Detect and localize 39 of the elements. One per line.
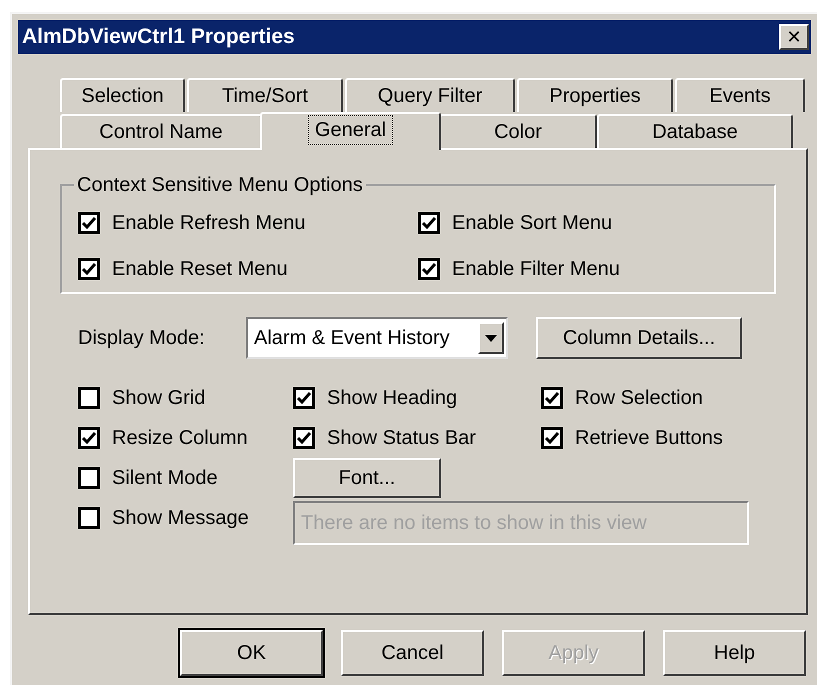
dialog-button[interactable]: OK bbox=[180, 630, 323, 676]
column-details-button[interactable]: Column Details... bbox=[536, 317, 742, 359]
tab[interactable]: Time/Sort bbox=[187, 78, 343, 112]
checkbox[interactable]: Row Selection bbox=[541, 383, 776, 413]
tab[interactable]: Control Name bbox=[60, 114, 262, 148]
checkbox[interactable]: Show Message bbox=[78, 503, 293, 533]
checkmark-icon bbox=[545, 392, 559, 404]
tab[interactable]: Query Filter bbox=[345, 78, 515, 112]
checkbox[interactable]: Enable Sort Menu bbox=[418, 208, 774, 238]
display-mode-label: Display Mode: bbox=[78, 326, 206, 351]
tab[interactable]: Events bbox=[675, 78, 805, 112]
dialog-button[interactable]: Cancel bbox=[341, 630, 484, 676]
tab[interactable]: Color bbox=[439, 114, 597, 148]
tab[interactable]: Selection bbox=[60, 78, 185, 112]
checkmark-icon bbox=[82, 263, 96, 275]
checkbox[interactable]: Show Heading bbox=[293, 383, 541, 413]
checkbox[interactable]: Resize Column bbox=[78, 423, 293, 453]
tab[interactable]: General bbox=[260, 112, 441, 150]
font-button[interactable]: Font... bbox=[293, 458, 441, 498]
window-title: AlmDbViewCtrl1 Properties bbox=[22, 24, 295, 50]
checkbox[interactable]: Enable Refresh Menu bbox=[78, 208, 418, 238]
checkmark-icon bbox=[82, 432, 96, 444]
checkbox[interactable]: Enable Reset Menu bbox=[78, 254, 418, 284]
tab[interactable]: Database bbox=[597, 114, 793, 148]
checkbox[interactable]: Enable Filter Menu bbox=[418, 254, 774, 284]
checkmark-icon bbox=[82, 217, 96, 229]
checkbox[interactable]: Retrieve Buttons bbox=[541, 423, 776, 453]
checkmark-icon bbox=[545, 432, 559, 444]
checkbox[interactable]: Show Grid bbox=[78, 383, 293, 413]
checkmark-icon bbox=[297, 432, 311, 444]
close-button[interactable]: ✕ bbox=[779, 24, 809, 50]
checkmark-icon bbox=[422, 263, 436, 275]
checkbox[interactable]: Show Status Bar bbox=[293, 423, 541, 453]
dialog-button[interactable]: Help bbox=[663, 630, 806, 676]
checkmark-icon bbox=[422, 217, 436, 229]
display-mode-dropdown[interactable]: Alarm & Event History bbox=[246, 317, 508, 359]
checkbox[interactable]: Silent Mode bbox=[78, 463, 293, 493]
tab[interactable]: Properties bbox=[517, 78, 673, 112]
checkmark-icon bbox=[297, 392, 311, 404]
